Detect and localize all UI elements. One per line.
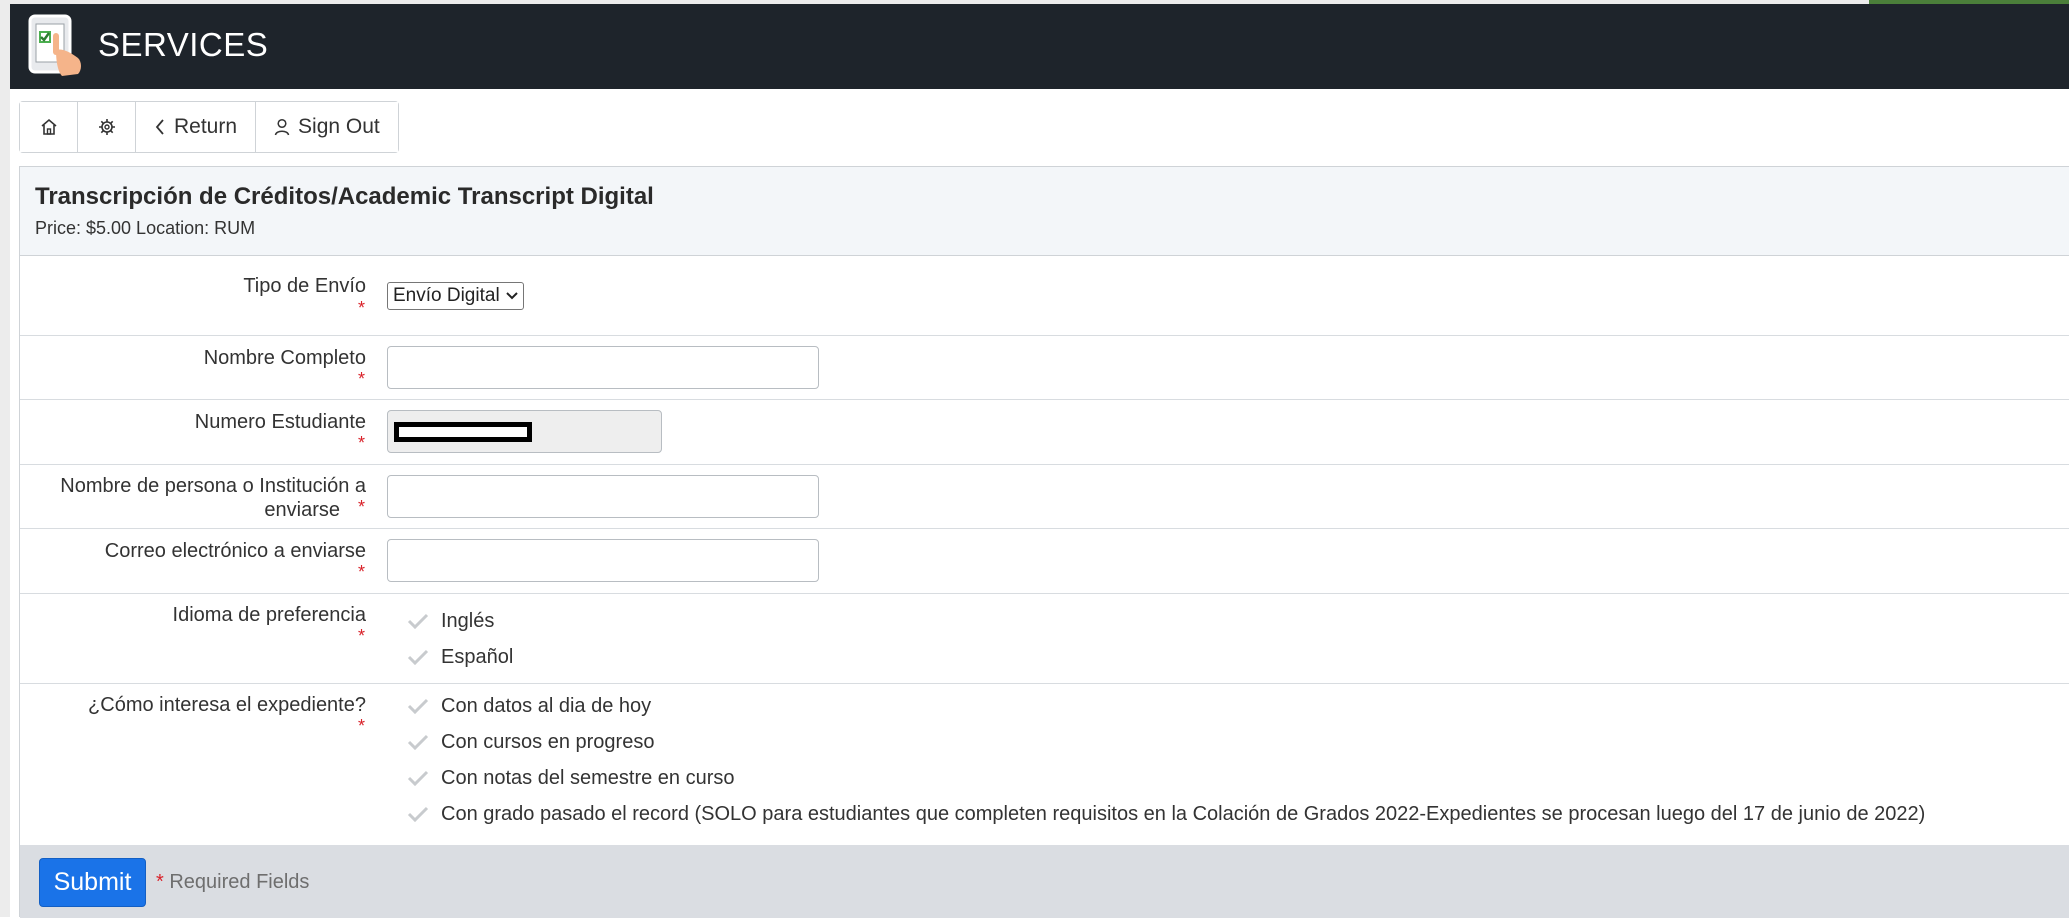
required-marker: * xyxy=(358,433,366,453)
sign-out-label: Sign Out xyxy=(298,115,380,138)
required-marker: * xyxy=(358,497,366,517)
gear-icon xyxy=(98,119,115,135)
form-row-nombre-completo: Nombre Completo * xyxy=(20,336,2069,400)
expediente-options: Con datos al dia de hoy Con cursos en pr… xyxy=(387,688,1925,832)
form-row-numero-estudiante: Numero Estudiante * xyxy=(20,400,2069,465)
required-marker: * xyxy=(358,369,366,389)
nombre-completo-input[interactable] xyxy=(387,346,819,389)
service-title: Transcripción de Créditos/Academic Trans… xyxy=(35,183,654,210)
return-button[interactable]: Return xyxy=(136,102,257,152)
check-icon xyxy=(407,734,429,750)
required-marker: * xyxy=(358,562,366,582)
expediente-option[interactable]: Con notas del semestre en curso xyxy=(387,760,1925,796)
price-location: Price: $5.00 Location: RUM xyxy=(35,218,256,238)
required-fields-text: Required Fields xyxy=(169,871,310,893)
tipo-envio-select[interactable]: Envío Digital xyxy=(387,282,524,310)
expediente-option[interactable]: Con grado pasado el record (SOLO para es… xyxy=(387,796,1925,832)
redacted-value xyxy=(394,422,532,442)
expediente-option-label: Con notas del semestre en curso xyxy=(441,766,735,789)
nombre-completo-label: Nombre Completo xyxy=(203,347,366,369)
form-footer: Submit * Required Fields xyxy=(20,845,2069,918)
app-title: SERVICES xyxy=(98,26,269,63)
required-marker: * xyxy=(358,626,366,646)
idioma-options: Inglés Español xyxy=(387,603,513,675)
required-marker: * xyxy=(358,298,366,318)
tipo-envio-label: Tipo de Envío xyxy=(243,275,366,297)
toolbar: Return Sign Out xyxy=(19,101,399,153)
check-icon xyxy=(407,698,429,714)
idioma-label: Idioma de preferencia xyxy=(172,604,366,626)
numero-estudiante-input xyxy=(387,410,662,453)
institucion-label-line2: enviarse xyxy=(264,499,340,521)
user-icon xyxy=(274,118,290,136)
window-edge xyxy=(0,0,10,917)
return-label: Return xyxy=(174,115,238,138)
correo-label: Correo electrónico a enviarse xyxy=(104,540,366,562)
service-form-panel: Transcripción de Créditos/Academic Trans… xyxy=(19,166,2069,918)
form-row-tipo-envio: Tipo de Envío * Envío Digital xyxy=(20,256,2069,336)
chevron-left-icon xyxy=(155,119,164,135)
panel-header: Transcripción de Créditos/Academic Trans… xyxy=(20,167,2069,256)
required-fields-note: * Required Fields xyxy=(156,871,309,894)
form-row-idioma: Idioma de preferencia * Inglés Español xyxy=(20,594,2069,684)
required-marker: * xyxy=(358,716,366,736)
check-icon xyxy=(407,649,429,665)
idioma-option-label: Inglés xyxy=(441,609,495,632)
expediente-label: ¿Cómo interesa el expediente? xyxy=(88,694,366,716)
tablet-checklist-logo[interactable] xyxy=(22,12,94,80)
expediente-option[interactable]: Con datos al dia de hoy xyxy=(387,688,1925,724)
institucion-input[interactable] xyxy=(387,475,819,518)
home-icon xyxy=(40,118,57,135)
check-icon xyxy=(407,806,429,822)
expediente-option-label: Con datos al dia de hoy xyxy=(441,694,652,717)
institucion-label-line1: Nombre de persona o Institución a xyxy=(60,475,366,497)
form-row-correo: Correo electrónico a enviarse * xyxy=(20,529,2069,594)
correo-input[interactable] xyxy=(387,539,819,582)
check-icon xyxy=(407,613,429,629)
submit-button[interactable]: Submit xyxy=(39,858,146,907)
idioma-option[interactable]: Inglés xyxy=(387,603,513,639)
home-button[interactable] xyxy=(20,102,78,152)
expediente-option[interactable]: Con cursos en progreso xyxy=(387,724,1925,760)
required-star: * xyxy=(156,871,164,893)
tipo-envio-selected: Envío Digital xyxy=(393,285,500,306)
app-header: SERVICES xyxy=(10,4,2069,89)
numero-estudiante-label: Numero Estudiante xyxy=(194,411,366,433)
expediente-option-label: Con grado pasado el record (SOLO para es… xyxy=(441,802,1926,825)
check-icon xyxy=(407,770,429,786)
chevron-down-icon xyxy=(505,292,518,300)
sign-out-button[interactable]: Sign Out xyxy=(256,102,398,152)
institucion-label: Nombre de persona o Institución a enviar… xyxy=(60,474,366,522)
form-row-institucion: Nombre de persona o Institución a enviar… xyxy=(20,465,2069,529)
idioma-option-label: Español xyxy=(441,645,514,668)
idioma-option[interactable]: Español xyxy=(387,639,513,675)
settings-button[interactable] xyxy=(78,102,136,152)
form-row-expediente: ¿Cómo interesa el expediente? * Con dato… xyxy=(20,684,2069,845)
expediente-option-label: Con cursos en progreso xyxy=(441,730,655,753)
